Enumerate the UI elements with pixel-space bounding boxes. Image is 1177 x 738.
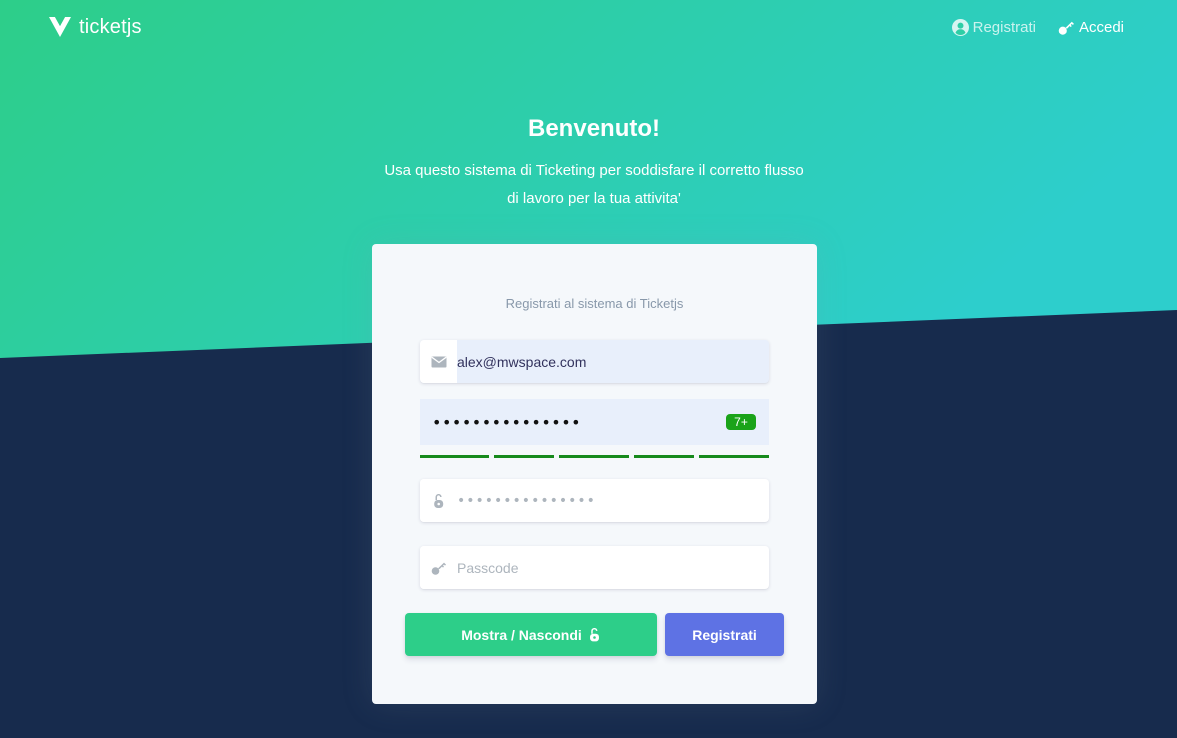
register-button[interactable]: Registrati bbox=[665, 613, 784, 656]
password-strength-badge: 7+ bbox=[726, 414, 756, 430]
brand-name: ticketjs bbox=[79, 15, 142, 38]
confirm-password-icon-wrap bbox=[420, 479, 457, 522]
nav-link-accedi-label: Accedi bbox=[1078, 18, 1124, 36]
strength-segment bbox=[559, 455, 629, 458]
register-card: Registrati al sistema di Ticketjs 7+ bbox=[372, 244, 817, 704]
nav-link-registrati-label: Registrati bbox=[972, 18, 1036, 36]
vue-logo-icon bbox=[49, 17, 71, 37]
unlock-icon bbox=[433, 493, 443, 508]
strength-segment bbox=[420, 455, 489, 458]
show-hide-password-button[interactable]: Mostra / Nascondi bbox=[405, 613, 657, 656]
strength-segment bbox=[494, 455, 554, 458]
envelope-icon bbox=[430, 356, 447, 367]
strength-segment bbox=[699, 455, 769, 458]
confirm-password-input[interactable] bbox=[457, 479, 769, 522]
card-subtitle: Registrati al sistema di Ticketjs bbox=[505, 296, 684, 311]
key-icon bbox=[431, 562, 446, 575]
page-lead-line-2: di lavoro per la tua attivita' bbox=[507, 190, 681, 207]
password-input[interactable] bbox=[420, 399, 769, 445]
strength-segment bbox=[634, 455, 694, 458]
page-title: Benvenuto! bbox=[528, 115, 660, 142]
brand-link[interactable]: ticketjs bbox=[48, 14, 142, 40]
email-input[interactable] bbox=[457, 340, 769, 383]
key-icon bbox=[1058, 21, 1074, 35]
user-circle-icon bbox=[951, 18, 969, 36]
email-icon-wrap bbox=[420, 340, 457, 383]
register-button-label: Registrati bbox=[692, 626, 757, 643]
password-field: 7+ bbox=[420, 399, 769, 445]
page-lead-line-1: Usa questo sistema di Ticketing per sodd… bbox=[384, 162, 804, 179]
passcode-icon-wrap bbox=[420, 546, 457, 589]
page-lead: Usa questo sistema di Ticketing per sodd… bbox=[369, 157, 819, 213]
confirm-password-field bbox=[420, 479, 769, 522]
password-strength-meter bbox=[420, 455, 769, 459]
email-field bbox=[420, 340, 769, 383]
nav-links: Registrati Accedi bbox=[930, 16, 1124, 38]
nav-link-registrati[interactable]: Registrati bbox=[951, 16, 1036, 38]
passcode-field bbox=[420, 546, 769, 589]
nav-link-accedi[interactable]: Accedi bbox=[1058, 16, 1124, 38]
top-navbar: ticketjs Registrati Accedi bbox=[0, 0, 1177, 54]
unlock-icon bbox=[589, 628, 599, 642]
show-hide-button-label: Mostra / Nascondi bbox=[461, 626, 582, 643]
passcode-input[interactable] bbox=[457, 546, 769, 589]
